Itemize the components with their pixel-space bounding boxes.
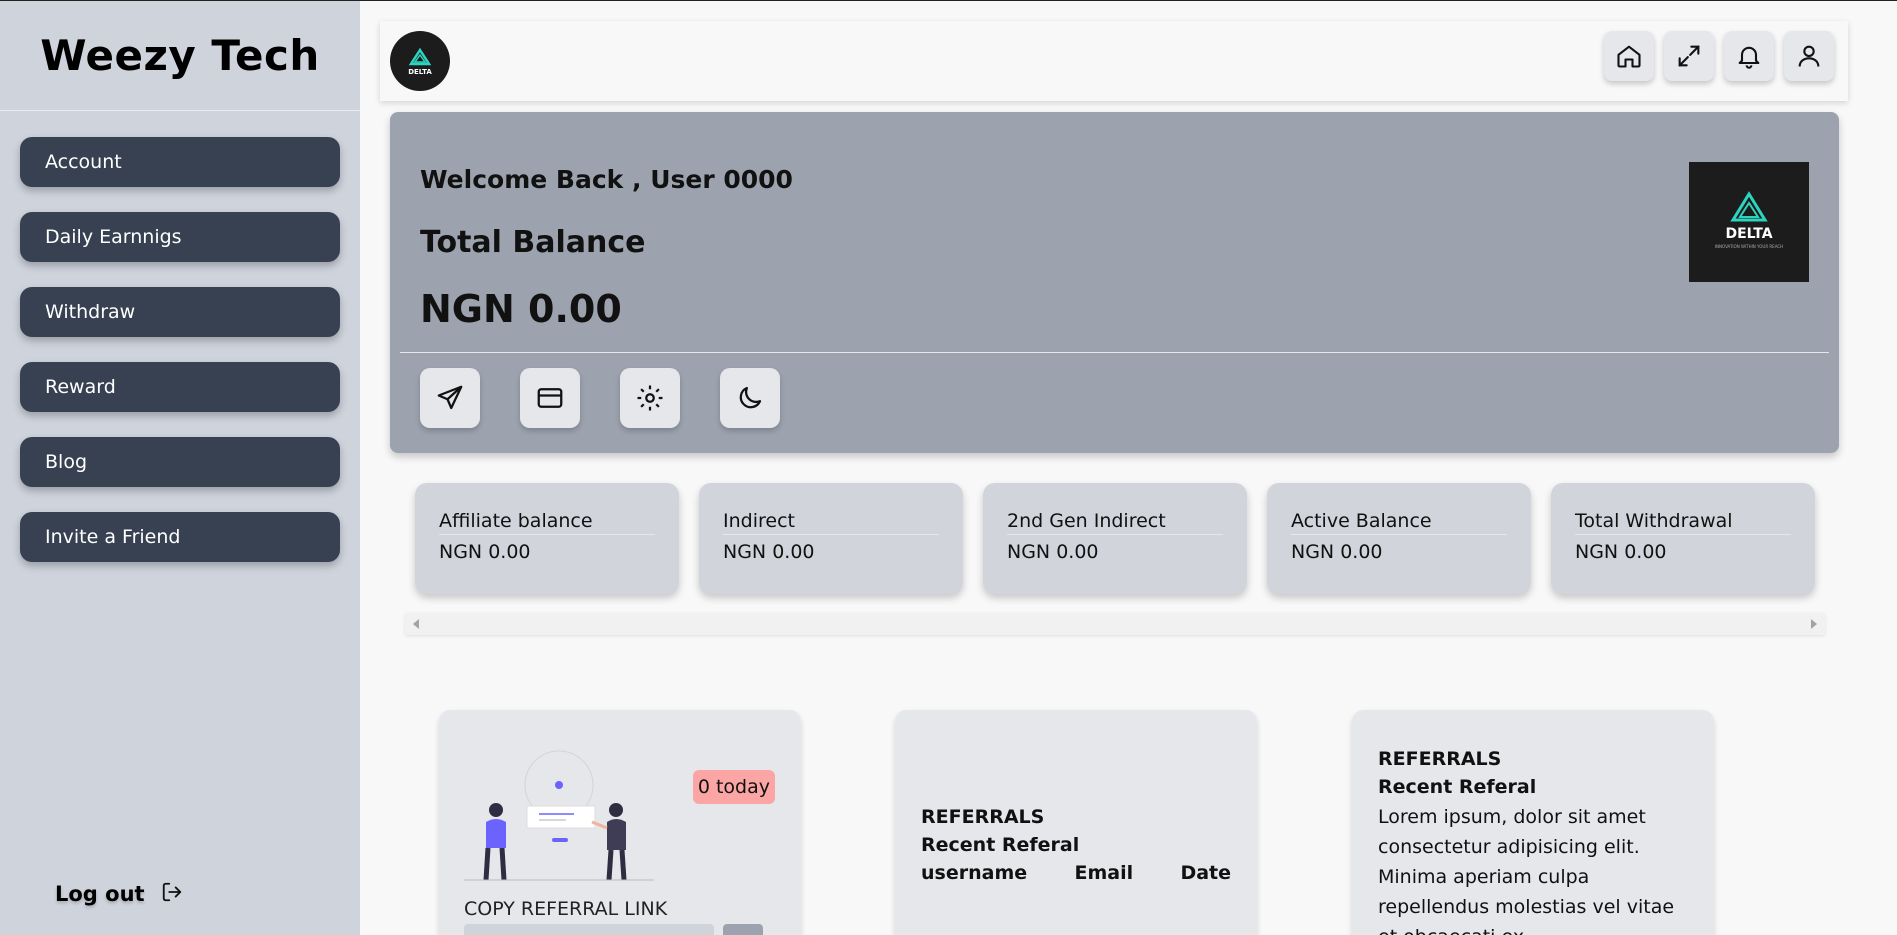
scroll-right-icon[interactable] (1811, 619, 1817, 629)
total-balance-label: Total Balance (420, 225, 646, 260)
card-icon (537, 388, 563, 408)
stats-row: Affiliate balance NGN 0.00 Indirect NGN … (415, 483, 1815, 594)
brand: Weezy Tech (0, 1, 360, 111)
brand-logo: DELTA INNOVATION WITHIN YOUR REACH (1689, 162, 1809, 282)
recent-referrals-text-content: REFERRALS Recent Referal Lorem ipsum, do… (1378, 748, 1688, 935)
top-actions (1604, 31, 1834, 81)
referral-link-card: 0 today COPY REFERRAL LINK (439, 710, 801, 935)
logo-tagline: INNOVATION WITHIN YOUR REACH (1715, 244, 1783, 249)
stat-card-affiliate: Affiliate balance NGN 0.00 (415, 483, 679, 594)
stat-label: 2nd Gen Indirect (1007, 510, 1223, 535)
delta-logo-icon: DELTA INNOVATION WITHIN YOUR REACH (1715, 191, 1783, 249)
logo[interactable]: DELTA (390, 31, 450, 91)
brand-title: Weezy Tech (40, 31, 320, 80)
notifications-button[interactable] (1724, 31, 1774, 81)
home-button[interactable] (1604, 31, 1654, 81)
user-icon (1798, 45, 1820, 67)
sidebar-item-withdraw[interactable]: Withdraw (20, 287, 340, 337)
referrals-title: REFERRALS (921, 806, 1045, 828)
theme-toggle-button[interactable] (720, 368, 780, 428)
sidebar-item-account[interactable]: Account (20, 137, 340, 187)
send-button[interactable] (420, 368, 480, 428)
divider (400, 352, 1829, 353)
logo-text: DELTA (1725, 226, 1772, 242)
referral-illustration (464, 750, 654, 881)
table-header: username Email Date (921, 862, 1231, 884)
scroll-left-icon[interactable] (413, 619, 419, 629)
stat-card-total-withdrawal: Total Withdrawal NGN 0.00 (1551, 483, 1815, 594)
recent-referral-subtitle: Recent Referal (1378, 776, 1537, 798)
card-button[interactable] (520, 368, 580, 428)
top-bar: DELTA (380, 21, 1848, 101)
bell-icon (1738, 46, 1760, 69)
delta-logo-icon: DELTA (408, 47, 432, 76)
recent-referral-subtitle: Recent Referal (921, 834, 1080, 856)
logout-label: Log out (55, 882, 145, 906)
stat-label: Indirect (723, 510, 939, 535)
stat-card-active-balance: Active Balance NGN 0.00 (1267, 483, 1531, 594)
stat-card-indirect: Indirect NGN 0.00 (699, 483, 963, 594)
sidebar: Weezy Tech Account Daily Earnnigs Withdr… (0, 1, 360, 935)
recent-referrals-text-card: REFERRALS Recent Referal Lorem ipsum, do… (1352, 710, 1714, 935)
column-username: username (921, 862, 1028, 884)
hero-actions (420, 368, 780, 428)
home-icon (1617, 45, 1641, 68)
stat-value: NGN 0.00 (439, 541, 531, 563)
today-count-badge: 0 today (692, 770, 775, 804)
logout-button[interactable]: Log out (55, 881, 183, 907)
stat-value: NGN 0.00 (1291, 541, 1383, 563)
profile-button[interactable] (1784, 31, 1834, 81)
moon-icon (739, 386, 762, 409)
settings-button[interactable] (620, 368, 680, 428)
sidebar-item-reward[interactable]: Reward (20, 362, 340, 412)
stat-value: NGN 0.00 (1007, 541, 1099, 563)
stat-value: NGN 0.00 (723, 541, 815, 563)
stat-value: NGN 0.00 (1575, 541, 1667, 563)
referrals-title: REFERRALS (1378, 748, 1502, 770)
recent-referrals-table-card: REFERRALS Recent Referal username Email … (895, 710, 1257, 935)
settings-icon (637, 385, 663, 411)
fullscreen-button[interactable] (1664, 31, 1714, 81)
stat-card-2nd-gen-indirect: 2nd Gen Indirect NGN 0.00 (983, 483, 1247, 594)
sidebar-item-invite-friend[interactable]: Invite a Friend (20, 512, 340, 562)
recent-referrals-content: REFERRALS Recent Referal username Email … (921, 806, 1231, 884)
welcome-text: Welcome Back , User 0000 (420, 165, 793, 194)
horizontal-scrollbar[interactable] (405, 613, 1825, 635)
stat-label: Affiliate balance (439, 510, 655, 535)
balance-card: Welcome Back , User 0000 Total Balance N… (390, 112, 1839, 453)
total-balance-value: NGN 0.00 (420, 287, 622, 331)
expand-icon (1678, 45, 1700, 67)
referral-link-input[interactable] (464, 924, 714, 935)
send-icon (437, 385, 463, 410)
copy-referral-label: COPY REFERRAL LINK (464, 898, 668, 920)
recent-referral-body: Lorem ipsum, dolor sit amet consectetur … (1378, 806, 1675, 935)
stat-label: Active Balance (1291, 510, 1507, 535)
logout-icon (161, 881, 183, 907)
column-email: Email (1074, 862, 1134, 884)
sidebar-nav: Account Daily Earnnigs Withdraw Reward B… (0, 111, 360, 562)
sidebar-item-blog[interactable]: Blog (20, 437, 340, 487)
sidebar-item-daily-earnings[interactable]: Daily Earnnigs (20, 212, 340, 262)
stat-label: Total Withdrawal (1575, 510, 1791, 535)
column-date: Date (1180, 862, 1231, 884)
logo-text: DELTA (408, 68, 432, 76)
copy-link-button[interactable] (723, 924, 763, 935)
